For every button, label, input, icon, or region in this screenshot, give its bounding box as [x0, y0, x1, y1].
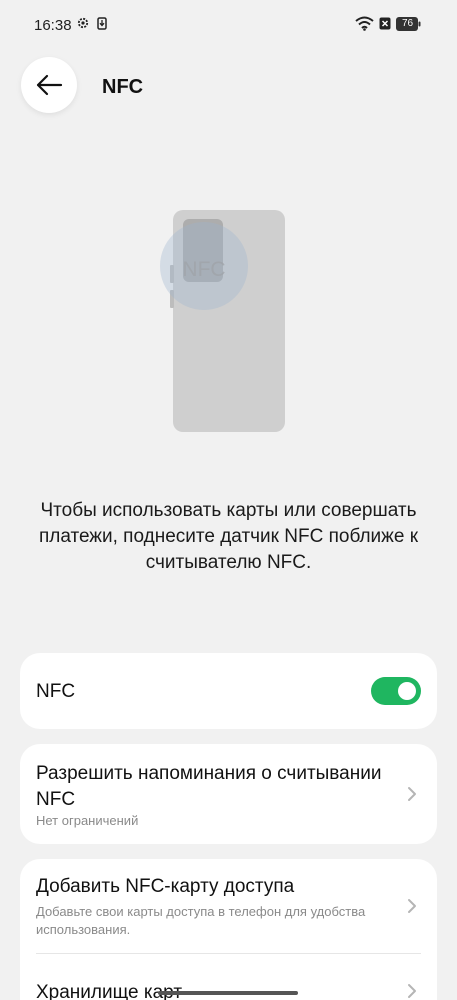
sim-off-icon — [379, 17, 391, 30]
add-access-card-title: Добавить NFC-карту доступа — [36, 876, 295, 897]
nfc-instructions: Чтобы использовать карты или совершать п… — [38, 500, 419, 573]
reading-reminders-item[interactable]: Разрешить напоминания о считывании NFC Н… — [20, 744, 437, 844]
battery-level: 76 — [401, 18, 414, 29]
nfc-settings-screen: 16:38 76 NFC NFC Чтобы использовать карт… — [0, 0, 457, 1000]
status-time: 16:38 — [34, 17, 72, 34]
reading-reminders-title: Разрешить напоминания о считывании NFC — [36, 763, 382, 810]
download-icon — [97, 17, 107, 30]
status-bar: 16:38 76 — [0, 0, 457, 50]
toggle-knob — [398, 682, 416, 700]
wifi-icon — [355, 16, 374, 31]
nfc-toggle-label: NFC — [36, 681, 76, 702]
home-indicator[interactable] — [158, 991, 298, 995]
nfc-toggle-card: NFC — [20, 653, 437, 729]
back-button[interactable] — [21, 57, 77, 113]
nfc-badge: NFC — [182, 258, 225, 281]
nfc-toggle-switch[interactable] — [371, 677, 421, 705]
chevron-right-icon — [408, 787, 416, 801]
chevron-right-icon — [408, 899, 416, 913]
phone-nfc-illustration: NFC — [160, 210, 285, 432]
page-title: NFC — [102, 76, 144, 98]
arrow-left-icon — [36, 74, 63, 96]
add-access-card-item[interactable]: Добавить NFC-карту доступа Добавьте свои… — [20, 859, 437, 953]
card-wallet-title: Хранилище карт — [36, 982, 183, 1000]
add-access-card-subtitle: Добавьте свои карты доступа в телефон дл… — [36, 904, 366, 937]
reading-reminders-subtitle: Нет ограничений — [36, 813, 139, 828]
cards-group: Добавить NFC-карту доступа Добавьте свои… — [20, 859, 437, 1000]
gear-icon — [77, 17, 89, 29]
chevron-right-icon — [408, 984, 416, 998]
